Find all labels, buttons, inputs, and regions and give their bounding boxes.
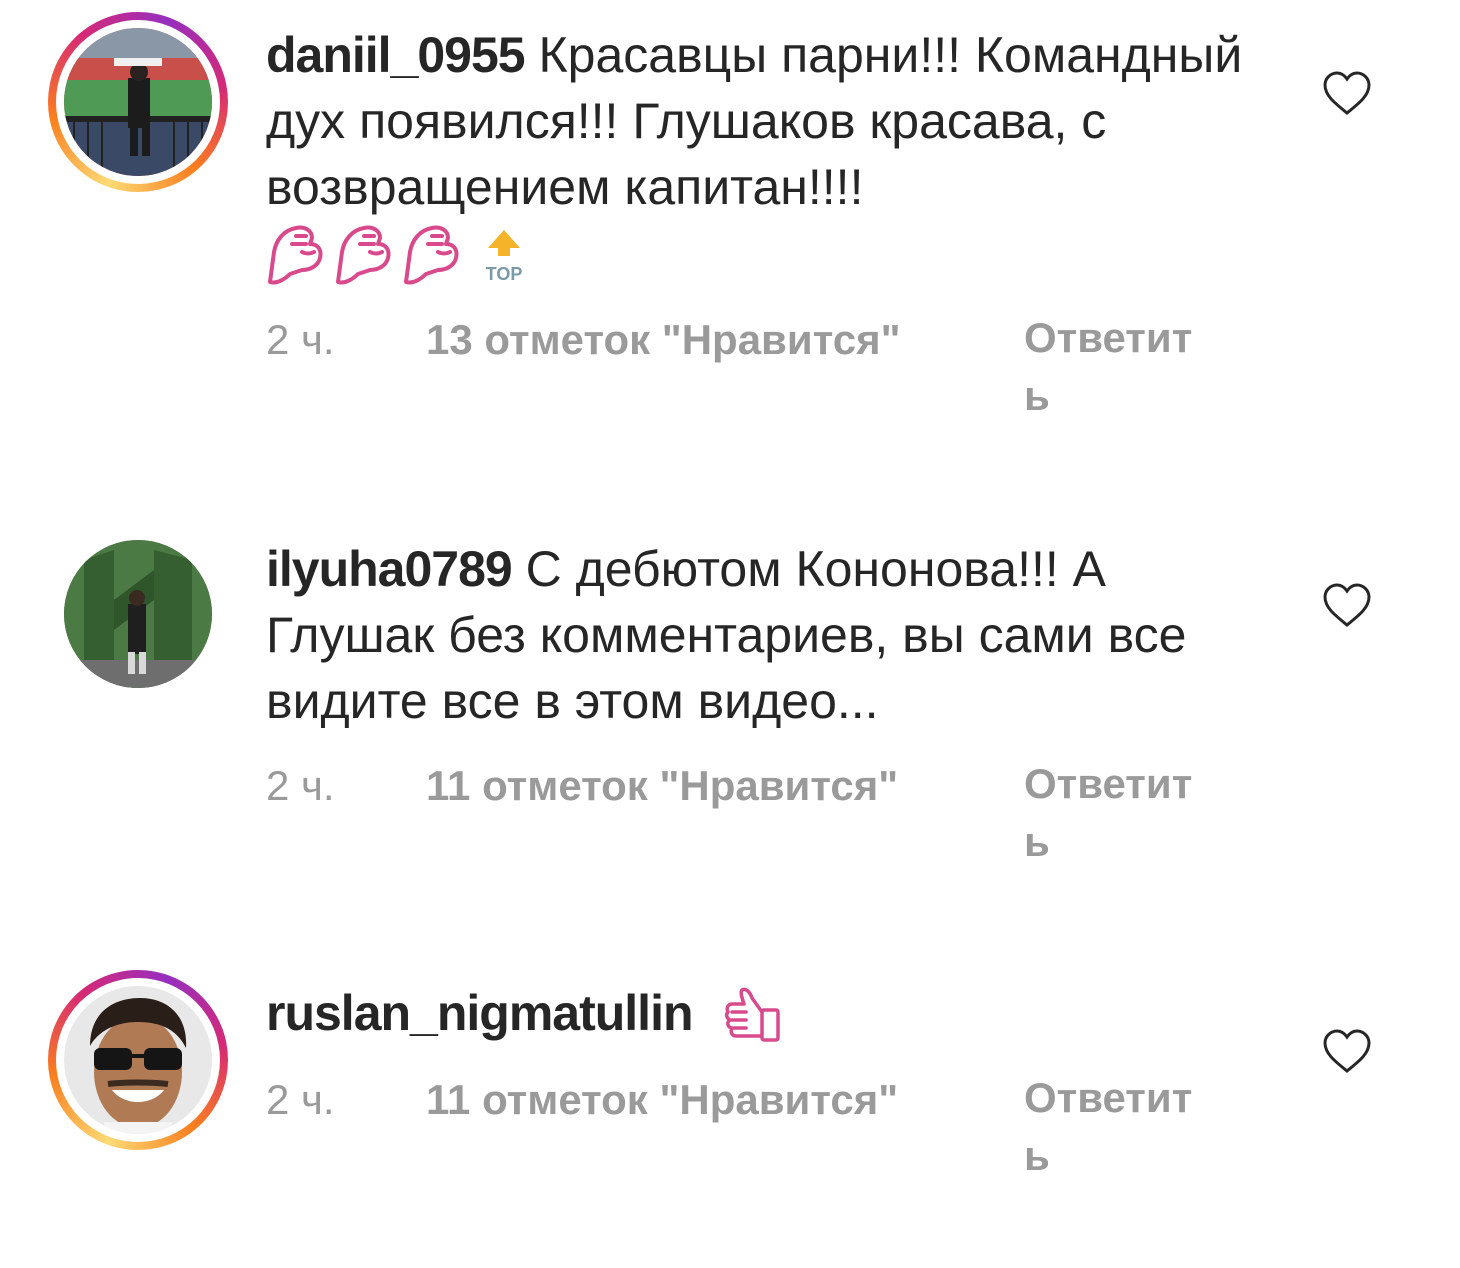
- emoji-row: TOP: [266, 222, 536, 286]
- avatar[interactable]: [64, 540, 212, 688]
- thumbs-up-icon: [725, 987, 781, 1042]
- comment-time: 2 ч.: [266, 762, 335, 809]
- heart-icon[interactable]: [1322, 582, 1372, 628]
- comment-time: 2 ч.: [266, 316, 335, 363]
- avatar-story-ring[interactable]: [48, 970, 228, 1150]
- reply-button[interactable]: Ответить: [1024, 309, 1214, 425]
- comment-likes[interactable]: 13 отметок "Нравится": [426, 316, 901, 364]
- comment-body: daniil_0955 Красавцы парни!!! Командный …: [266, 22, 1286, 220]
- top-arrow-icon: TOP: [486, 230, 523, 284]
- comment-username[interactable]: ruslan_nigmatullin: [266, 985, 694, 1041]
- comment-username[interactable]: daniil_0955: [266, 27, 526, 83]
- avatar: [64, 28, 212, 176]
- top-label: TOP: [486, 264, 523, 284]
- comment-body: ruslan_nigmatullin: [266, 980, 1286, 1046]
- flexed-biceps-icon: [336, 225, 391, 285]
- reply-button[interactable]: Ответить: [1024, 1069, 1214, 1185]
- comment-body: ilyuha0789 С дебютом Кононова!!! А Глуша…: [266, 536, 1286, 734]
- avatar-story-ring[interactable]: [48, 12, 228, 192]
- flexed-biceps-icon: [268, 225, 323, 285]
- flexed-biceps-icon: [404, 225, 459, 285]
- comment-likes[interactable]: 11 отметок "Нравится": [426, 762, 898, 810]
- heart-icon[interactable]: [1322, 1028, 1372, 1074]
- heart-icon[interactable]: [1322, 70, 1372, 116]
- comment-likes[interactable]: 11 отметок "Нравится": [426, 1076, 898, 1124]
- comment-username[interactable]: ilyuha0789: [266, 541, 513, 597]
- reply-button[interactable]: Ответить: [1024, 755, 1214, 871]
- comment-time: 2 ч.: [266, 1076, 335, 1123]
- avatar: [64, 986, 212, 1134]
